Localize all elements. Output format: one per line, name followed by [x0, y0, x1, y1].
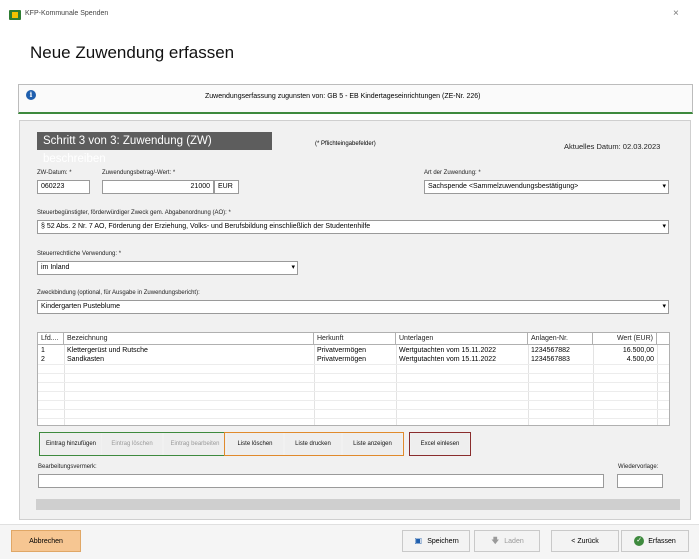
cell-lfd: 2 — [41, 356, 45, 363]
art-select[interactable]: Sachspende <Sammelzuwendungsbestätigung>… — [424, 180, 669, 194]
verwendung-select[interactable]: im Inland ▾ — [37, 261, 298, 275]
betrag-input[interactable]: 21000 — [102, 180, 214, 194]
cancel-button[interactable]: Abbrechen — [11, 530, 81, 552]
close-icon[interactable]: × — [673, 8, 679, 19]
zweckbindung-label: Zweckbindung (optional, für Ausgabe in Z… — [37, 290, 200, 296]
items-table[interactable]: Lfd.... Bezeichnung Herkunft Unterlagen … — [37, 332, 670, 426]
betrag-unit: EUR — [214, 180, 239, 194]
cell-anlagen-nr: 1234567882 — [531, 347, 570, 354]
back-label: < Zurück — [571, 537, 599, 545]
show-list-button[interactable]: Liste anzeigen — [343, 433, 402, 455]
submit-label: Erfassen — [648, 537, 676, 545]
arrow-down-icon: 🡇 — [491, 536, 500, 545]
check-icon: ✓ — [634, 536, 645, 546]
betrag-label: Zuwendungsbetrag/-Wert: * — [102, 170, 176, 176]
zweck-select[interactable]: § 52 Abs. 2 Nr. 7 AO, Förderung der Erzi… — [37, 220, 669, 234]
vermerk-label: Bearbeitungsvermerk: — [38, 464, 97, 470]
edit-entry-button[interactable]: Eintrag bearbeiten — [164, 433, 226, 455]
cell-bezeichnung: Sandkasten — [67, 356, 104, 363]
info-text: Zuwendungserfassung zugunsten von: GB 5 … — [205, 93, 481, 100]
zweckbindung-value: Kindergarten Pusteblume — [41, 303, 120, 310]
status-strip — [36, 499, 680, 510]
submit-button[interactable]: ✓ Erfassen — [621, 530, 689, 552]
cell-bezeichnung: Klettergerüst und Rutsche — [67, 347, 148, 354]
save-button[interactable]: ▣ Speichern — [402, 530, 470, 552]
zweckbindung-select[interactable]: Kindergarten Pusteblume ▾ — [37, 300, 669, 314]
art-value: Sachspende <Sammelzuwendungsbestätigung> — [428, 183, 579, 190]
delete-entry-button[interactable]: Eintrag löschen — [102, 433, 162, 455]
cell-unterlagen: Wertgutachten vom 15.11.2022 — [399, 356, 497, 363]
chevron-down-icon: ▾ — [662, 223, 666, 230]
col-herkunft[interactable]: Herkunft — [314, 333, 396, 345]
cell-unterlagen: Wertgutachten vom 15.11.2022 — [399, 347, 497, 354]
wiedervorlage-input[interactable] — [617, 474, 663, 488]
col-wert[interactable]: Wert (EUR) — [593, 333, 657, 345]
cancel-label: Abbrechen — [29, 537, 63, 545]
cell-wert: 16.500,00 — [622, 347, 654, 354]
verwendung-value: im Inland — [41, 264, 70, 271]
col-anlagen-nr[interactable]: Anlagen-Nr. — [528, 333, 593, 345]
cell-lfd: 1 — [41, 347, 45, 354]
excel-import-button[interactable]: Excel einlesen — [411, 433, 469, 455]
window-title: KFP-Kommunale Spenden — [25, 10, 109, 17]
load-label: Laden — [504, 537, 524, 545]
step-heading: Schritt 3 von 3: Zuwendung (ZW) beschrei… — [37, 132, 272, 165]
load-button[interactable]: 🡇 Laden — [474, 530, 540, 552]
info-icon: i — [26, 90, 36, 100]
cell-herkunft: Privatvermögen — [317, 347, 367, 354]
back-button[interactable]: < Zurück — [551, 530, 619, 552]
zweck-value: § 52 Abs. 2 Nr. 7 AO, Förderung der Erzi… — [41, 223, 371, 230]
clear-list-button[interactable]: Liste löschen — [227, 433, 283, 455]
zw-datum-label: ZW-Datum: * — [37, 170, 72, 176]
print-list-button[interactable]: Liste drucken — [285, 433, 341, 455]
vermerk-input[interactable] — [38, 474, 604, 488]
app-logo-icon — [9, 10, 21, 20]
table-row[interactable]: 1 Klettergerüst und Rutsche Privatvermög… — [38, 346, 669, 355]
col-lfd[interactable]: Lfd.... — [38, 333, 64, 345]
zw-datum-input[interactable]: 060223 — [37, 180, 90, 194]
table-header: Lfd.... Bezeichnung Herkunft Unterlagen … — [38, 333, 669, 345]
add-entry-button[interactable]: Eintrag hinzufügen — [41, 433, 101, 455]
chevron-down-icon: ▾ — [662, 183, 666, 190]
verwendung-label: Steuerrechtliche Verwendung: * — [37, 251, 122, 257]
current-date: Aktuelles Datum: 02.03.2023 — [564, 142, 661, 151]
chevron-down-icon: ▾ — [662, 303, 666, 310]
cell-wert: 4.500,00 — [626, 356, 654, 363]
save-icon: ▣ — [414, 536, 423, 545]
cell-anlagen-nr: 1234567883 — [531, 356, 570, 363]
col-unterlagen[interactable]: Unterlagen — [396, 333, 528, 345]
art-label: Art der Zuwendung: * — [424, 170, 481, 176]
page-title: Neue Zuwendung erfassen — [30, 43, 235, 62]
col-bezeichnung[interactable]: Bezeichnung — [64, 333, 314, 345]
save-label: Speichern — [427, 537, 459, 545]
cell-herkunft: Privatvermögen — [317, 356, 367, 363]
wiedervorlage-label: Wiedervorlage: — [618, 464, 659, 470]
required-note: (* Pflichteingabefelder) — [315, 141, 376, 147]
zweck-label: Steuerbegünstigter, förderwürdiger Zweck… — [37, 210, 231, 216]
chevron-down-icon: ▾ — [291, 264, 295, 271]
table-row[interactable]: 2 Sandkasten Privatvermögen Wertgutachte… — [38, 355, 669, 364]
